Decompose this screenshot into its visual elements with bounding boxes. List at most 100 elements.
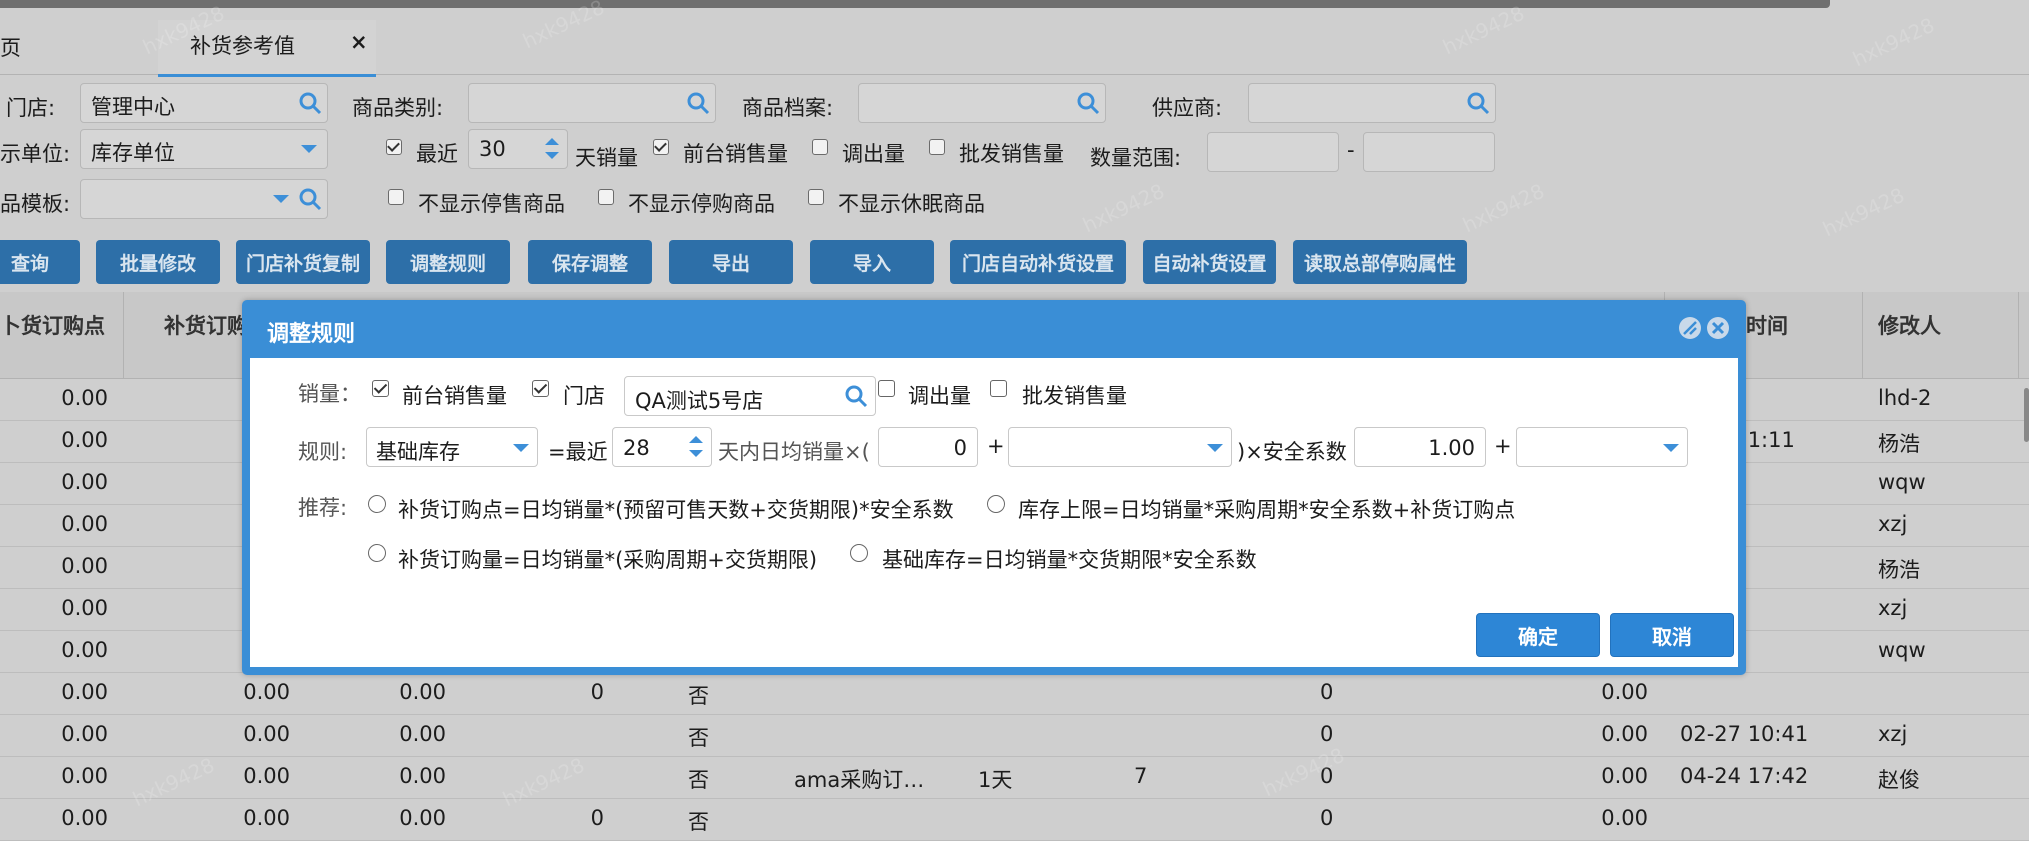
spin-down-icon[interactable] bbox=[689, 450, 703, 457]
spin-up-icon[interactable] bbox=[689, 436, 703, 443]
query-button[interactable]: 查询 bbox=[0, 240, 80, 284]
wholesale-label: 批发销售量 bbox=[1022, 384, 1127, 408]
table-cell-user: wqw bbox=[1878, 470, 1926, 494]
table-cell-c2: 0.00 bbox=[243, 680, 290, 704]
adjust-rules-button[interactable]: 调整规则 bbox=[386, 240, 510, 284]
header-reorder-qty[interactable]: 补货订购 bbox=[164, 310, 248, 340]
table-cell-c1: 0.00 bbox=[61, 722, 108, 746]
hide-dormant-checkbox[interactable] bbox=[808, 189, 824, 205]
header-reorder-point[interactable]: 卜货订购点 bbox=[0, 310, 105, 340]
rule-value: 基础库存 bbox=[376, 440, 460, 464]
table-row[interactable]: 0.00 0.00 0.00 0 否 0 0.00 bbox=[0, 798, 2029, 841]
hide-stop-sale-checkbox[interactable] bbox=[388, 189, 404, 205]
plus-value-input[interactable]: 0 bbox=[878, 427, 978, 467]
opt4-radio[interactable] bbox=[850, 544, 868, 562]
collapse-icon[interactable] bbox=[1678, 316, 1702, 340]
save-adjust-button[interactable]: 保存调整 bbox=[528, 240, 652, 284]
store-input[interactable]: QA测试5号店 bbox=[624, 376, 876, 416]
search-icon[interactable] bbox=[297, 186, 323, 212]
front-sales-checkbox[interactable] bbox=[653, 139, 669, 155]
opt3-radio[interactable] bbox=[368, 544, 386, 562]
read-hq-stop-button[interactable]: 读取总部停购属性 bbox=[1293, 240, 1467, 284]
table-cell-c9: 0 bbox=[1320, 680, 1334, 704]
table-cell-user: 杨浩 bbox=[1878, 432, 1920, 456]
safety-value-input[interactable]: 1.00 bbox=[1354, 427, 1486, 467]
opt4-label: 基础库存=日均销量*交货期限*安全系数 bbox=[882, 548, 1257, 572]
table-cell-user: xzj bbox=[1878, 512, 1908, 536]
import-button[interactable]: 导入 bbox=[810, 240, 934, 284]
recent-days-spinner[interactable]: 30 bbox=[468, 129, 568, 169]
product-input[interactable] bbox=[858, 83, 1106, 123]
ok-button[interactable]: 确定 bbox=[1476, 613, 1600, 657]
chevron-down-icon[interactable] bbox=[301, 145, 317, 153]
plus-field-select[interactable] bbox=[1008, 427, 1232, 467]
unit-select[interactable]: 库存单位 bbox=[80, 129, 328, 169]
spin-down-icon[interactable] bbox=[545, 152, 559, 159]
qty-max-input[interactable] bbox=[1363, 132, 1495, 172]
close-icon[interactable]: × bbox=[350, 30, 368, 54]
search-icon[interactable] bbox=[843, 383, 869, 409]
opt2-radio[interactable] bbox=[987, 495, 1005, 513]
export-button[interactable]: 导出 bbox=[669, 240, 793, 284]
top-scrollbar[interactable] bbox=[0, 0, 1830, 8]
days-sales-label: 天销量 bbox=[575, 146, 638, 170]
wholesale-checkbox[interactable] bbox=[929, 139, 945, 155]
dialog-title: 调整规则 bbox=[267, 322, 356, 347]
chevron-down-icon[interactable] bbox=[1207, 444, 1223, 452]
cancel-button[interactable]: 取消 bbox=[1610, 613, 1734, 657]
category-input[interactable] bbox=[468, 83, 716, 123]
table-cell-c3: 0.00 bbox=[399, 806, 446, 830]
scrollbar[interactable] bbox=[2024, 388, 2029, 442]
store-copy-button[interactable]: 门店补货复制 bbox=[236, 240, 370, 284]
store-label: 门店 bbox=[563, 384, 605, 408]
qty-min-input[interactable] bbox=[1207, 132, 1339, 172]
wholesale-checkbox[interactable] bbox=[990, 380, 1007, 397]
chevron-down-icon[interactable] bbox=[513, 444, 529, 452]
store-input[interactable]: 管理中心 bbox=[80, 83, 328, 123]
table-cell-c10: 0.00 bbox=[1601, 680, 1648, 704]
store-auto-replenish-button[interactable]: 门店自动补货设置 bbox=[950, 240, 1126, 284]
days-spinner[interactable]: 28 bbox=[612, 427, 712, 467]
table-row[interactable]: 0.00 0.00 0.00 0 否 0 0.00 bbox=[0, 672, 2029, 715]
supplier-input[interactable] bbox=[1248, 83, 1496, 123]
template-select[interactable] bbox=[80, 179, 328, 219]
days-value: 28 bbox=[623, 436, 650, 460]
safety-value: 1.00 bbox=[1428, 436, 1475, 460]
front-sales-label: 前台销售量 bbox=[683, 142, 788, 166]
tab-active[interactable]: 补货参考值 × bbox=[158, 20, 376, 77]
avg-sales-label: 天内日均销量×( bbox=[718, 440, 870, 464]
store-checkbox[interactable] bbox=[532, 380, 549, 397]
recommend-label: 推荐: bbox=[298, 496, 348, 520]
table-cell-c1: 0.00 bbox=[61, 806, 108, 830]
transfer-out-checkbox[interactable] bbox=[812, 139, 828, 155]
chevron-down-icon[interactable] bbox=[273, 195, 289, 203]
table-row[interactable]: 0.00 0.00 0.00 否 0 0.00 02-27 10:41 xzj bbox=[0, 714, 2029, 757]
hide-stop-purchase-checkbox[interactable] bbox=[598, 189, 614, 205]
qty-range-label: 数量范围: bbox=[1090, 146, 1182, 170]
dialog-body: 销量： 前台销售量 门店 QA测试5号店 调出量 批发销售量 规则: 基础库存 … bbox=[250, 358, 1738, 667]
search-icon[interactable] bbox=[685, 90, 711, 116]
header-modifier[interactable]: 修改人 bbox=[1878, 310, 1941, 340]
chevron-down-icon[interactable] bbox=[1663, 444, 1679, 452]
table-cell-user: 杨浩 bbox=[1878, 558, 1920, 582]
opt1-radio[interactable] bbox=[368, 495, 386, 513]
recent-checkbox[interactable] bbox=[386, 139, 402, 155]
tab-home[interactable]: 页 bbox=[0, 32, 21, 62]
table-cell-c1: 0.00 bbox=[61, 470, 108, 494]
batch-edit-button[interactable]: 批量修改 bbox=[96, 240, 220, 284]
search-icon[interactable] bbox=[1075, 90, 1101, 116]
spin-up-icon[interactable] bbox=[545, 138, 559, 145]
table-cell-c10: 0.00 bbox=[1601, 722, 1648, 746]
safety-extra-select[interactable] bbox=[1516, 427, 1688, 467]
table-cell-c10: 0.00 bbox=[1601, 764, 1648, 788]
search-icon[interactable] bbox=[1465, 90, 1491, 116]
hide-dormant-label: 不显示休眠商品 bbox=[838, 192, 985, 216]
front-sales-checkbox[interactable] bbox=[372, 380, 389, 397]
auto-replenish-button[interactable]: 自动补货设置 bbox=[1143, 240, 1276, 284]
close-icon[interactable] bbox=[1706, 316, 1730, 340]
opt3-label: 补货订购量=日均销量*(采购周期+交货期限) bbox=[398, 548, 818, 572]
transfer-out-checkbox[interactable] bbox=[878, 380, 895, 397]
rule-select[interactable]: 基础库存 bbox=[366, 427, 538, 467]
table-row[interactable]: 0.00 0.00 0.00 否 ama采购订… 1天 7 0 0.00 04-24 17:42 赵… bbox=[0, 756, 2029, 799]
search-icon[interactable] bbox=[297, 90, 323, 116]
